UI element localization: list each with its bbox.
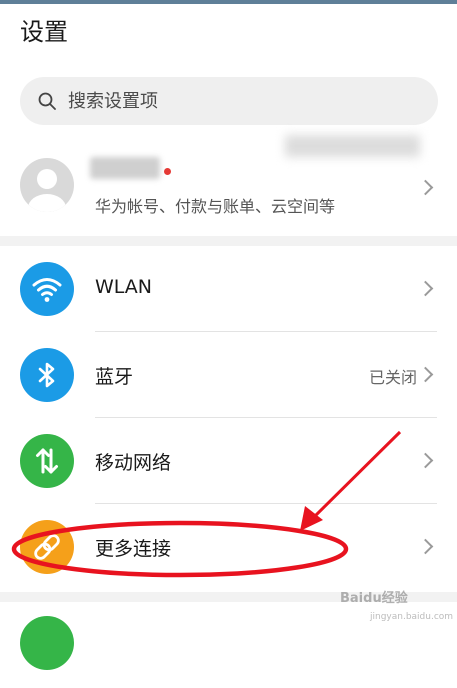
watermark: Baidu经验 [340,591,408,606]
settings-item-more-connections[interactable]: 更多连接 [0,504,457,590]
settings-item-label: 蓝牙 [95,366,134,388]
settings-item-label: WLAN [95,276,153,298]
page-title: 设置 [20,18,68,46]
settings-item-label: 更多连接 [95,538,172,560]
mobile-data-icon [20,434,74,488]
settings-item-value: 已关闭 [368,368,417,387]
chevron-right-icon [417,538,434,555]
wifi-icon [20,262,74,316]
notification-dot [164,168,171,175]
settings-item-bluetooth[interactable]: 蓝牙 已关闭 [0,332,457,418]
settings-item-wlan[interactable]: WLAN [0,246,457,332]
search-icon [38,92,56,110]
account-subtitle: 华为帐号、付款与账单、云空间等 [95,197,336,216]
chevron-right-icon [417,452,434,469]
section-divider [0,236,457,246]
account-name-redacted [90,157,160,179]
chevron-right-icon [417,280,434,297]
link-icon [20,520,74,574]
chevron-right-icon [417,179,434,196]
settings-item-mobile-network[interactable]: 移动网络 [0,418,457,504]
watermark-url: jingyan.baidu.com [370,612,454,622]
bluetooth-icon [20,348,74,402]
account-row[interactable]: 华为帐号、付款与账单、云空间等 [0,145,457,233]
status-bar-strip [0,0,457,4]
avatar [20,158,74,212]
settings-item-label: 移动网络 [95,452,172,474]
chevron-right-icon [417,366,434,383]
search-bar[interactable] [20,77,438,125]
wlan-network-redacted [285,135,420,157]
search-input[interactable] [68,77,418,125]
app-icon [20,616,74,670]
